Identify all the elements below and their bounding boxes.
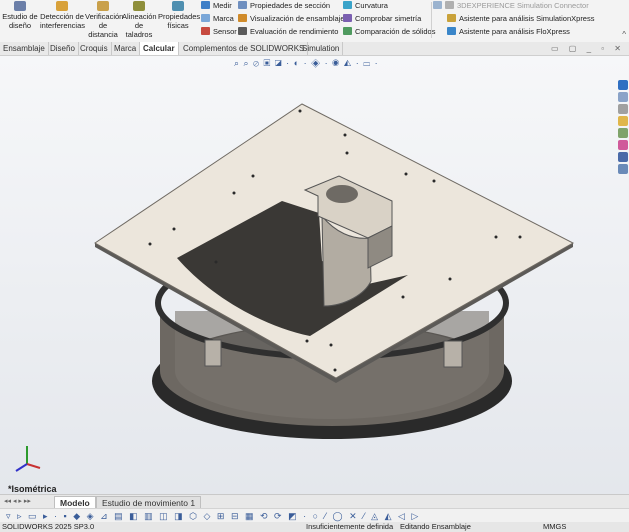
custom-properties-icon[interactable] [618, 152, 628, 162]
markup-icon [201, 14, 210, 22]
window-controls[interactable]: ▭ ▢ _ ▫ ✕ [551, 44, 625, 53]
motion-tabs-bar: ◂◂ ◂ ▸ ▸▸ Modelo Estudio de movimiento 1 [0, 494, 629, 509]
performance-evaluation-button[interactable]: Evaluación de rendimiento [238, 27, 338, 36]
solidworks-resources-icon[interactable] [618, 80, 628, 90]
tab-simulation[interactable]: Simulation [299, 42, 344, 55]
distance-icon [97, 1, 109, 11]
sensor-button[interactable]: Sensor [201, 27, 237, 36]
graphics-area[interactable] [0, 56, 629, 494]
hub-bore [326, 185, 358, 203]
symmetry-icon [343, 14, 352, 22]
tab-croquis[interactable]: Croquis [77, 42, 112, 55]
tab-ensamblaje[interactable]: Ensamblaje [0, 42, 49, 55]
interference-detection-button[interactable]: Detección de interferencias [40, 0, 85, 30]
connector-icon [433, 1, 442, 9]
curvature-icon [343, 1, 352, 9]
compare-icon [343, 27, 352, 35]
section-props-icon [238, 1, 247, 9]
distance-check-button[interactable]: Verificación de distancia [85, 0, 123, 39]
tab-complementos[interactable]: Complementos de SOLIDWORKS [180, 42, 309, 55]
triad-icon [15, 446, 41, 472]
simulation-connector-button[interactable]: 3DEXPERIENCE Simulation Connector [433, 1, 589, 10]
triad-axes [12, 444, 42, 474]
home-icon[interactable] [618, 92, 628, 102]
file-explorer-icon[interactable] [618, 116, 628, 126]
sensor-icon [201, 27, 210, 35]
hole-align-icon [133, 1, 145, 11]
assembly-visualization-button[interactable]: Visualización de ensamblajes [238, 14, 348, 23]
status-version: SOLIDWORKS 2025 SP3.0 [2, 522, 95, 531]
tab-marca[interactable]: Marca [111, 42, 141, 55]
compare-bodies-button[interactable]: Comparación de sólidos [343, 27, 435, 36]
interference-icon [56, 1, 68, 11]
status-definition: Insuficientemente definida [306, 522, 394, 531]
floxpress-button[interactable]: Asistente para análisis FloXpress [447, 27, 570, 36]
markup-button[interactable]: Marca [201, 14, 234, 23]
curvature-button[interactable]: Curvatura [343, 1, 388, 10]
tab-scroll-arrows[interactable]: ◂◂ ◂ ▸ ▸▸ [4, 497, 31, 505]
bracket-left [204, 339, 222, 367]
view-palette-icon[interactable] [618, 128, 628, 138]
floxpress-icon [447, 27, 456, 35]
3dx-icon [445, 1, 454, 9]
design-library-icon[interactable] [618, 104, 628, 114]
ribbon-separator [431, 2, 432, 38]
tab-diseno[interactable]: Diseño [47, 42, 79, 55]
appearances-icon[interactable] [618, 140, 628, 150]
collapse-ribbon-icon[interactable]: ^ [622, 30, 626, 39]
measure-button[interactable]: Medir [201, 1, 232, 10]
mass-properties-button[interactable]: Propiedades físicas [158, 0, 200, 30]
design-study-button[interactable]: Estudio de diseño [2, 0, 38, 30]
lower-toolbar[interactable]: ▿ ▹ ▭ ▸ · ▪ ◆ ◈ ⊿ ▤ ◧ ▥ ◫ ◨ ⬡ ◇ ⊞ ⊟ ▦ ⟲ … [0, 508, 629, 522]
status-units[interactable]: MMGS [543, 522, 566, 532]
measure-icon [201, 1, 210, 9]
mass-props-icon [172, 1, 184, 11]
task-pane-tabs [617, 80, 629, 176]
tab-calcular[interactable]: Calcular [140, 42, 179, 55]
forum-icon[interactable] [618, 164, 628, 174]
status-bar: SOLIDWORKS 2025 SP3.0 Insuficientemente … [0, 522, 629, 532]
hole-alignment-button[interactable]: Alineación de taladros [122, 0, 157, 39]
study-icon [14, 1, 26, 11]
view-orientation-label: *Isométrica [8, 484, 57, 494]
assembly-model [94, 103, 575, 439]
visualization-icon [238, 14, 247, 22]
status-mode: Editando Ensamblaje [400, 522, 471, 531]
simulationxpress-button[interactable]: Asistente para análisis SimulationXpress [447, 14, 594, 23]
section-properties-button[interactable]: Propiedades de sección [238, 1, 330, 10]
command-tabs: Ensamblaje Diseño Croquis Marca Calcular… [0, 42, 629, 56]
heads-up-view-toolbar[interactable]: ⌕ ⌕ ⊘ ▣ ◪ · ◐ · ◈ · ◉ ◭ · ▭ · [234, 58, 379, 69]
simxpress-icon [447, 14, 456, 22]
command-manager-ribbon: Estudio de diseño Detección de interfere… [0, 0, 629, 43]
bracket-right [443, 340, 463, 368]
symmetry-check-button[interactable]: Comprobar simetría [343, 14, 421, 23]
performance-icon [238, 27, 247, 35]
